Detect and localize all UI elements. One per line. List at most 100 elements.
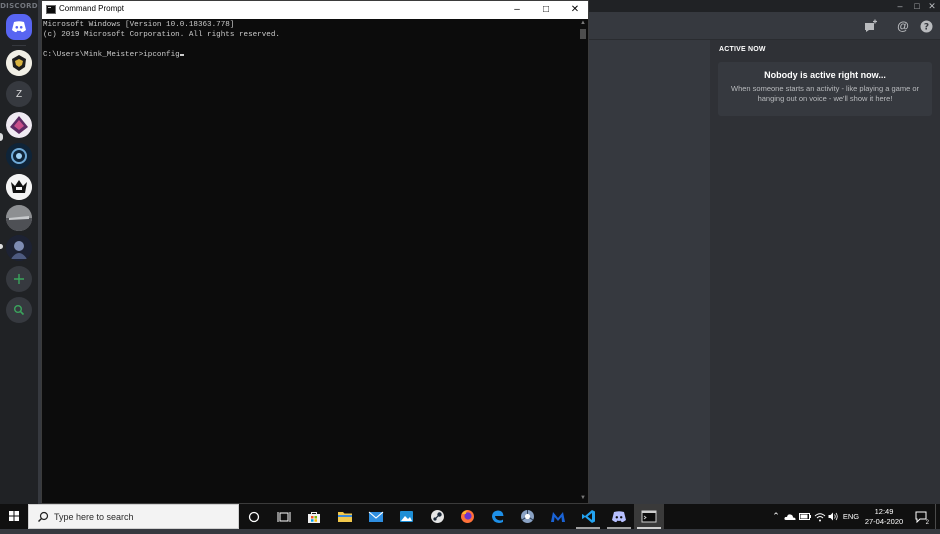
task-view-button[interactable]: [269, 504, 299, 529]
file-explorer-button[interactable]: [330, 504, 360, 529]
mentions-button[interactable]: @: [895, 18, 911, 34]
cmd-title: Command Prompt: [59, 4, 124, 13]
store-icon: [308, 511, 320, 523]
wifi-icon: [814, 512, 826, 521]
start-button[interactable]: [0, 504, 28, 529]
discord-maximize-button[interactable]: □: [909, 0, 925, 12]
scroll-up-arrow-icon[interactable]: ▲: [578, 19, 588, 27]
vscode-icon: [581, 510, 595, 523]
svg-text:?: ?: [923, 22, 928, 32]
file-explorer-icon: [338, 512, 352, 522]
clock[interactable]: 12:49 27-04-2020: [857, 507, 911, 527]
store-button[interactable]: [299, 504, 329, 529]
console-line: (c) 2019 Microsoft Corporation. All righ…: [43, 31, 280, 39]
mail-button[interactable]: [361, 504, 391, 529]
cloud-icon: [784, 513, 796, 520]
windows-logo-icon: [9, 511, 19, 521]
guild-z-initial: Z: [15, 88, 23, 100]
plus-icon: [14, 274, 24, 284]
edge-icon: [491, 510, 503, 523]
malwarebytes-button[interactable]: [543, 504, 573, 529]
network-tray-button[interactable]: [813, 504, 827, 529]
command-prompt-icon: [46, 5, 56, 14]
rail-divider: [12, 45, 26, 46]
guild-4[interactable]: [6, 143, 32, 169]
chrome-button[interactable]: [512, 504, 542, 529]
guild-z[interactable]: Z: [6, 81, 32, 107]
unread-guild-pill: [0, 244, 3, 249]
clock-time: 12:49: [874, 507, 894, 516]
discord-icon: [612, 510, 626, 522]
volume-tray-button[interactable]: [827, 504, 840, 529]
home-button[interactable]: [6, 14, 32, 40]
guild-6-icon: [6, 205, 32, 231]
guild-3-icon: [6, 112, 32, 138]
discord-minimize-button[interactable]: –: [892, 0, 908, 12]
new-group-dm-button[interactable]: [863, 18, 879, 34]
guild-5[interactable]: [6, 174, 32, 200]
mail-icon: [368, 511, 384, 522]
help-icon: ?: [920, 20, 932, 32]
help-button[interactable]: ?: [918, 18, 934, 34]
search-icon: [14, 305, 25, 316]
active-now-heading: Nobody is active right now...: [764, 70, 886, 80]
search-placeholder: Type here to search: [54, 512, 134, 522]
add-server-button[interactable]: [6, 266, 32, 292]
discord-taskbar-button[interactable]: [604, 504, 634, 529]
cortana-icon: [248, 511, 260, 522]
cmd-scrollbar[interactable]: ▲ ▼: [578, 19, 588, 503]
discord-brand: DISCORD: [0, 0, 38, 12]
cmd-console[interactable]: Microsoft Windows [Version 10.0.18363.77…: [42, 19, 579, 503]
cmd-close-button[interactable]: ✕: [560, 1, 590, 19]
vscode-button[interactable]: [573, 504, 603, 529]
taskbar: Type here to search ⌃ ENG 12:49 27-04-20…: [0, 504, 940, 529]
guild-4-icon: [6, 143, 32, 169]
chrome-icon: [520, 510, 534, 523]
battery-tray-button[interactable]: [798, 504, 812, 529]
taskbar-search-box[interactable]: Type here to search: [28, 504, 239, 529]
chevron-up-icon: ⌃: [772, 511, 780, 521]
cmd-minimize-button[interactable]: –: [502, 1, 532, 19]
action-center-button[interactable]: 2: [912, 504, 930, 529]
photos-button[interactable]: [391, 504, 421, 529]
explore-servers-button[interactable]: [6, 297, 32, 323]
guild-5-icon: [6, 174, 32, 200]
show-hidden-icons-button[interactable]: ⌃: [770, 504, 782, 529]
guild-7-icon: [6, 235, 32, 261]
scroll-thumb[interactable]: [580, 29, 586, 39]
search-icon: [38, 511, 49, 522]
guild-rail: Z: [0, 12, 38, 504]
notification-count-badge: 2: [925, 520, 929, 526]
discord-logo-icon: [12, 21, 26, 33]
cortana-button[interactable]: [239, 504, 269, 529]
command-prompt-taskbar-button[interactable]: [634, 504, 664, 529]
malwarebytes-icon: [551, 512, 565, 522]
guild-3[interactable]: [6, 112, 32, 138]
guild-1[interactable]: [6, 50, 32, 76]
show-desktop-button[interactable]: [935, 504, 940, 529]
console-line: Microsoft Windows [Version 10.0.18363.77…: [43, 21, 235, 29]
onedrive-tray-button[interactable]: [783, 504, 797, 529]
selected-guild-pill: [0, 133, 3, 141]
steam-button[interactable]: [422, 504, 452, 529]
battery-icon: [799, 513, 811, 520]
cmd-maximize-button[interactable]: □: [531, 1, 561, 19]
task-view-icon: [277, 511, 291, 522]
text-cursor: [179, 54, 184, 56]
cmd-titlebar[interactable]: Command Prompt – □ ✕: [42, 1, 588, 19]
command-prompt-icon: [641, 510, 657, 523]
at-icon: @: [897, 19, 909, 33]
active-now-title: ACTIVE NOW: [719, 46, 766, 53]
steam-icon: [430, 510, 444, 523]
firefox-button[interactable]: [452, 504, 482, 529]
discord-close-button[interactable]: ✕: [924, 0, 940, 12]
scroll-down-arrow-icon[interactable]: ▼: [578, 494, 588, 502]
guild-7[interactable]: [6, 235, 32, 261]
edge-button[interactable]: [482, 504, 512, 529]
guild-1-icon: [6, 50, 32, 76]
command-prompt-window[interactable]: Command Prompt – □ ✕ Microsoft Windows […: [41, 0, 589, 504]
clock-date: 27-04-2020: [864, 517, 904, 526]
console-prompt-line: C:\Users\Mink_Meister>ipconfig: [43, 50, 579, 60]
guild-6[interactable]: [6, 205, 32, 231]
